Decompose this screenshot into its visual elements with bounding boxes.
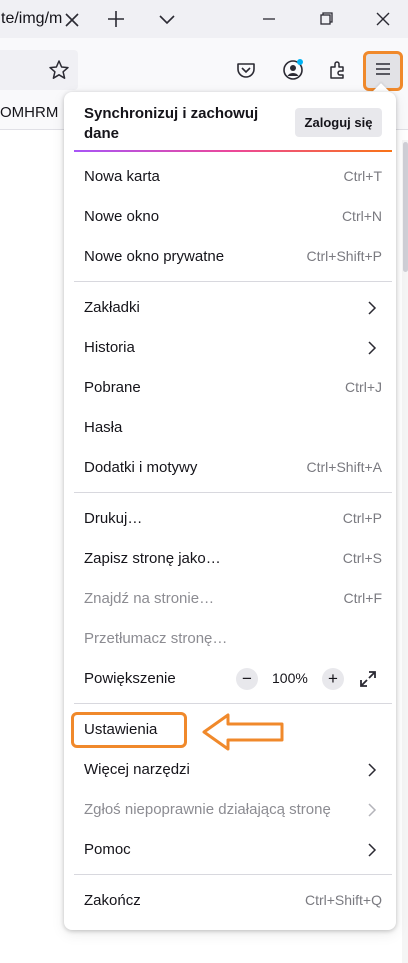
- scrollbar-thumb[interactable]: [403, 142, 408, 272]
- zoom-out-button[interactable]: −: [236, 668, 258, 690]
- menu-item-translate: Przetłumacz stronę…: [64, 619, 396, 659]
- menu-item-shortcut: Ctrl+Shift+P: [306, 248, 382, 264]
- sync-divider: [74, 150, 392, 152]
- highlight-box: [71, 712, 187, 748]
- chevron-right-icon: [364, 841, 380, 859]
- menu-item-new-window[interactable]: Nowe okno Ctrl+N: [64, 197, 396, 237]
- tab-title: te/img/m: [1, 10, 63, 27]
- menu-item-label: Historia: [84, 339, 135, 356]
- menu-item-label: Więcej narzędzi: [84, 761, 190, 778]
- sync-title: Synchronizuj i zachowuj dane: [84, 105, 259, 142]
- restore-icon[interactable]: [314, 7, 338, 31]
- bookmark-item[interactable]: OMHRM: [0, 104, 58, 121]
- star-icon[interactable]: [47, 58, 71, 82]
- menu-separator: [74, 874, 392, 875]
- menu-item-label: Znajdź na stronie…: [84, 590, 215, 607]
- menu-item-help[interactable]: Pomoc: [64, 830, 396, 870]
- nav-toolbar: [0, 38, 408, 100]
- menu-item-downloads[interactable]: Pobrane Ctrl+J: [64, 368, 396, 408]
- menu-item-label: Nowe okno prywatne: [84, 248, 225, 265]
- menu-item-save-page[interactable]: Zapisz stronę jako… Ctrl+S: [64, 539, 396, 579]
- menu-item-label: Dodatki i motywy: [84, 459, 198, 476]
- menu-item-shortcut: Ctrl+Shift+A: [306, 459, 382, 475]
- menu-item-label: Zapisz stronę jako…: [84, 550, 221, 567]
- zoom-reset-button[interactable]: 100%: [272, 670, 308, 686]
- sign-in-button[interactable]: Zaloguj się: [295, 108, 382, 137]
- zoom-in-button[interactable]: +: [322, 668, 344, 690]
- menu-item-shortcut: Ctrl+N: [341, 208, 382, 224]
- menu-item-report-site: Zgłoś niepoprawnie działającą stronę: [64, 790, 396, 830]
- sync-section: Synchronizuj i zachowuj dane Zaloguj się: [64, 92, 396, 152]
- menu-item-shortcut: Ctrl+Shift+Q: [304, 892, 382, 908]
- chevron-down-icon[interactable]: [155, 7, 179, 31]
- menu-item-addons[interactable]: Dodatki i motywy Ctrl+Shift+A: [64, 448, 396, 488]
- app-menu-panel: Synchronizuj i zachowuj dane Zaloguj się…: [64, 92, 396, 930]
- pocket-icon[interactable]: [234, 58, 258, 82]
- minimize-icon[interactable]: [257, 7, 281, 31]
- zoom-label: Powiększenie: [84, 670, 176, 687]
- menu-separator: [74, 492, 392, 493]
- chevron-right-icon: [364, 761, 380, 779]
- plus-icon[interactable]: [104, 7, 128, 31]
- menu-item-label: Drukuj…: [84, 510, 143, 527]
- extensions-icon[interactable]: [326, 58, 350, 82]
- menu-item-label: Zakładki: [84, 299, 140, 316]
- menu-item-label: Nowe okno: [84, 208, 160, 225]
- chevron-right-icon: [364, 299, 380, 317]
- menu-item-quit[interactable]: Zakończ Ctrl+Shift+Q: [64, 881, 396, 921]
- menu-item-passwords[interactable]: Hasła: [64, 408, 396, 448]
- menu-item-zoom: Powiększenie − 100% +: [64, 659, 396, 699]
- menu-item-label: Przetłumacz stronę…: [84, 630, 228, 647]
- menu-item-new-tab[interactable]: Nowa karta Ctrl+T: [64, 157, 396, 197]
- fullscreen-icon[interactable]: [358, 669, 378, 689]
- menu-separator: [74, 703, 392, 704]
- chevron-right-icon: [364, 801, 380, 819]
- menu-item-more-tools[interactable]: Więcej narzędzi: [64, 750, 396, 790]
- menu-item-label: Zgłoś niepoprawnie działającą stronę: [84, 801, 331, 818]
- menu-item-shortcut: Ctrl+F: [343, 590, 383, 606]
- browser-tab[interactable]: te/img/m: [0, 0, 84, 38]
- menu-item-print[interactable]: Drukuj… Ctrl+P: [64, 499, 396, 539]
- menu-item-shortcut: Ctrl+P: [342, 510, 382, 526]
- menu-item-label: Pomoc: [84, 841, 131, 858]
- close-icon[interactable]: [371, 7, 395, 31]
- menu-item-shortcut: Ctrl+T: [343, 168, 383, 184]
- menu-separator: [74, 281, 392, 282]
- menu-item-label: Nowa karta: [84, 168, 160, 185]
- menu-item-label: Zakończ: [84, 892, 141, 909]
- arrow-left-icon: [202, 712, 286, 752]
- menu-item-label: Hasła: [84, 419, 123, 436]
- account-icon[interactable]: [281, 58, 305, 82]
- menu-item-bookmarks[interactable]: Zakładki: [64, 288, 396, 328]
- chevron-right-icon: [364, 339, 380, 357]
- menu-item-shortcut: Ctrl+J: [345, 379, 382, 395]
- close-icon[interactable]: [60, 8, 84, 32]
- menu-item-shortcut: Ctrl+S: [342, 550, 382, 566]
- hamburger-icon: [373, 59, 393, 84]
- menu-item-find-in-page: Znajdź na stronie… Ctrl+F: [64, 579, 396, 619]
- url-bar[interactable]: [0, 50, 78, 90]
- tab-strip: te/img/m: [0, 0, 408, 38]
- menu-item-label: Pobrane: [84, 379, 141, 396]
- menu-item-new-private-window[interactable]: Nowe okno prywatne Ctrl+Shift+P: [64, 237, 396, 277]
- menu-item-history[interactable]: Historia: [64, 328, 396, 368]
